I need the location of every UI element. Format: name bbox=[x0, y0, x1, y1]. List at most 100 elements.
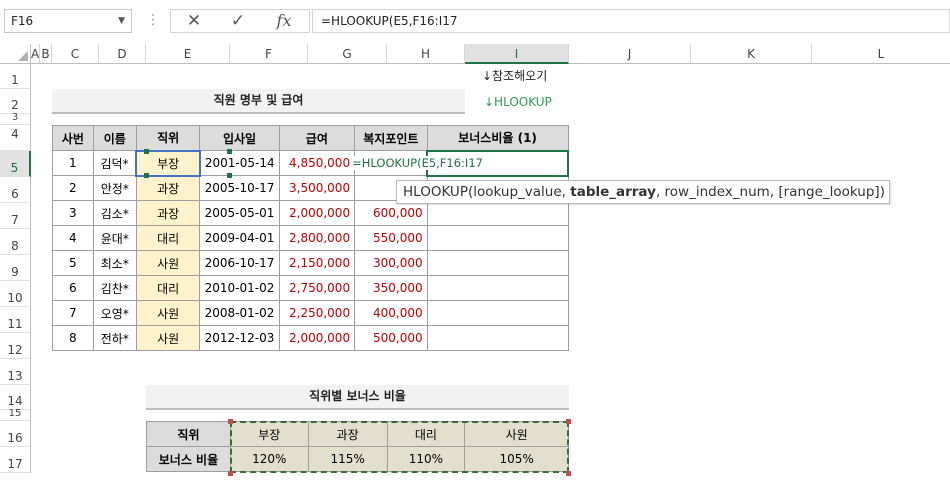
cell-bonus[interactable] bbox=[426, 325, 569, 351]
cell-hire-date[interactable]: 2012-12-03 bbox=[199, 325, 280, 351]
cell-name[interactable]: 안정* bbox=[92, 175, 137, 201]
cell-position[interactable]: 과장 bbox=[135, 175, 201, 201]
selection-handle[interactable] bbox=[227, 173, 232, 178]
selection-handle[interactable] bbox=[227, 149, 232, 154]
cancel-icon[interactable]: ✕ bbox=[179, 10, 209, 32]
row-header-1[interactable]: 1 bbox=[0, 64, 31, 89]
bonus-row-label-position[interactable]: 직위 bbox=[146, 421, 231, 447]
cell-bonus[interactable] bbox=[426, 300, 569, 326]
cell-salary[interactable]: 2,750,000 bbox=[278, 275, 356, 301]
cell-salary[interactable]: 2,800,000 bbox=[278, 225, 356, 251]
cell-points[interactable]: 350,000 bbox=[354, 275, 428, 301]
cell-points[interactable]: 550,000 bbox=[354, 225, 428, 251]
cell-name[interactable]: 오영* bbox=[92, 300, 137, 326]
column-header-i[interactable]: I bbox=[465, 44, 569, 64]
cell-salary[interactable]: 2,000,000 bbox=[278, 325, 356, 351]
cell-position[interactable]: 사원 bbox=[135, 325, 201, 351]
column-header-j[interactable]: J bbox=[569, 44, 691, 64]
row-header-13[interactable]: 13 bbox=[0, 359, 31, 385]
cell-name[interactable]: 김소* bbox=[92, 200, 137, 226]
column-header-d[interactable]: D bbox=[99, 44, 146, 64]
cell-name[interactable]: 최소* bbox=[92, 250, 137, 276]
range-resize-handle[interactable] bbox=[566, 471, 571, 476]
cell-position[interactable]: 대리 bbox=[135, 275, 201, 301]
tooltip-arg-rest[interactable]: , row_index_num, [range_lookup]) bbox=[656, 184, 885, 200]
tooltip-arg-lookup-value[interactable]: lookup_value, bbox=[473, 184, 570, 200]
cell-id[interactable]: 2 bbox=[52, 175, 94, 201]
column-header-f[interactable]: F bbox=[230, 44, 308, 64]
row-header-16[interactable]: 16 bbox=[0, 421, 31, 447]
range-resize-handle[interactable] bbox=[228, 471, 233, 476]
row-header-3[interactable]: 3 bbox=[0, 113, 31, 125]
row-header-14[interactable]: 14 bbox=[0, 385, 31, 410]
insert-function-icon[interactable]: fx bbox=[269, 10, 299, 32]
cell-points[interactable]: 400,000 bbox=[354, 300, 428, 326]
column-header-c[interactable]: C bbox=[52, 44, 99, 64]
cell-position-referenced[interactable]: 부장 bbox=[135, 149, 201, 177]
cell-bonus[interactable] bbox=[426, 200, 569, 226]
cell-hire-date[interactable]: 2005-10-17 bbox=[199, 175, 280, 201]
header-bonus-rate[interactable]: 보너스비율 (1) bbox=[426, 125, 569, 152]
column-header-g[interactable]: G bbox=[308, 44, 387, 64]
row-header-12[interactable]: 12 bbox=[0, 333, 31, 359]
bonus-row-label-rate[interactable]: 보너스 비율 bbox=[146, 446, 231, 472]
cell-points[interactable]: 500,000 bbox=[354, 325, 428, 351]
row-header-7[interactable]: 7 bbox=[0, 203, 31, 229]
cell-hire-date[interactable]: 2008-01-02 bbox=[199, 300, 280, 326]
cell-salary[interactable]: 2,000,000 bbox=[278, 200, 356, 226]
cell-name[interactable]: 전하* bbox=[92, 325, 137, 351]
cell-hire-date[interactable]: 2001-05-14 bbox=[199, 150, 280, 176]
cell-hire-date[interactable]: 2005-05-01 bbox=[199, 200, 280, 226]
cell-points[interactable]: 600,000 bbox=[354, 200, 428, 226]
cell-salary[interactable]: 2,150,000 bbox=[278, 250, 356, 276]
cell-id[interactable]: 4 bbox=[52, 225, 94, 251]
cell-name[interactable]: 김찬* bbox=[92, 275, 137, 301]
drag-handle-icon[interactable]: ⋮ bbox=[146, 12, 160, 28]
row-header-2[interactable]: 2 bbox=[0, 89, 31, 114]
cell-id[interactable]: 8 bbox=[52, 325, 94, 351]
cell-name[interactable]: 김덕* bbox=[92, 150, 137, 176]
cell-position[interactable]: 사원 bbox=[135, 250, 201, 276]
cell-position[interactable]: 과장 bbox=[135, 200, 201, 226]
column-header-l[interactable]: L bbox=[812, 44, 950, 64]
cell-name[interactable]: 윤대* bbox=[92, 225, 137, 251]
select-all-corner[interactable] bbox=[0, 44, 31, 64]
cell-bonus[interactable] bbox=[426, 275, 569, 301]
row-header-17[interactable]: 17 bbox=[0, 447, 31, 473]
row-header-6[interactable]: 6 bbox=[0, 177, 31, 203]
column-header-a[interactable]: A bbox=[31, 44, 40, 64]
cell-salary[interactable]: 2,250,000 bbox=[278, 300, 356, 326]
enter-check-icon[interactable]: ✓ bbox=[223, 10, 253, 32]
row-header-5[interactable]: 5 bbox=[0, 151, 31, 177]
tooltip-arg-table-array[interactable]: table_array bbox=[570, 184, 656, 200]
row-header-11[interactable]: 11 bbox=[0, 307, 31, 333]
range-resize-handle[interactable] bbox=[228, 419, 233, 424]
function-syntax-tooltip[interactable]: HLOOKUP(lookup_value, table_array, row_i… bbox=[396, 180, 890, 204]
cell-position[interactable]: 대리 bbox=[135, 225, 201, 251]
selection-handle[interactable] bbox=[144, 149, 149, 154]
header-salary[interactable]: 급여 bbox=[278, 125, 356, 151]
chevron-down-icon[interactable]: ▼ bbox=[118, 10, 125, 32]
selection-handle[interactable] bbox=[144, 173, 149, 178]
cell-id[interactable]: 1 bbox=[52, 150, 94, 176]
column-header-h[interactable]: H bbox=[387, 44, 465, 64]
range-resize-handle[interactable] bbox=[566, 419, 571, 424]
cell-hire-date[interactable]: 2010-01-02 bbox=[199, 275, 280, 301]
column-header-b[interactable]: B bbox=[40, 44, 52, 64]
column-header-e[interactable]: E bbox=[146, 44, 230, 64]
name-box[interactable]: F16 ▼ bbox=[4, 9, 132, 33]
cell-points[interactable]: 300,000 bbox=[354, 250, 428, 276]
header-id[interactable]: 사번 bbox=[52, 125, 94, 151]
column-header-k[interactable]: K bbox=[691, 44, 812, 64]
row-header-4[interactable]: 4 bbox=[0, 125, 31, 151]
cell-id[interactable]: 5 bbox=[52, 250, 94, 276]
cell-position[interactable]: 사원 bbox=[135, 300, 201, 326]
header-hire-date[interactable]: 입사일 bbox=[199, 125, 280, 151]
cell-bonus[interactable] bbox=[426, 225, 569, 251]
header-welfare-points[interactable]: 복지포인트 bbox=[354, 125, 428, 151]
cell-salary[interactable]: 4,850,000 bbox=[278, 150, 356, 176]
row-header-8[interactable]: 8 bbox=[0, 229, 31, 255]
tooltip-function-name[interactable]: HLOOKUP( bbox=[403, 184, 473, 200]
cell-salary[interactable]: 3,500,000 bbox=[278, 175, 356, 201]
row-header-10[interactable]: 10 bbox=[0, 281, 31, 307]
